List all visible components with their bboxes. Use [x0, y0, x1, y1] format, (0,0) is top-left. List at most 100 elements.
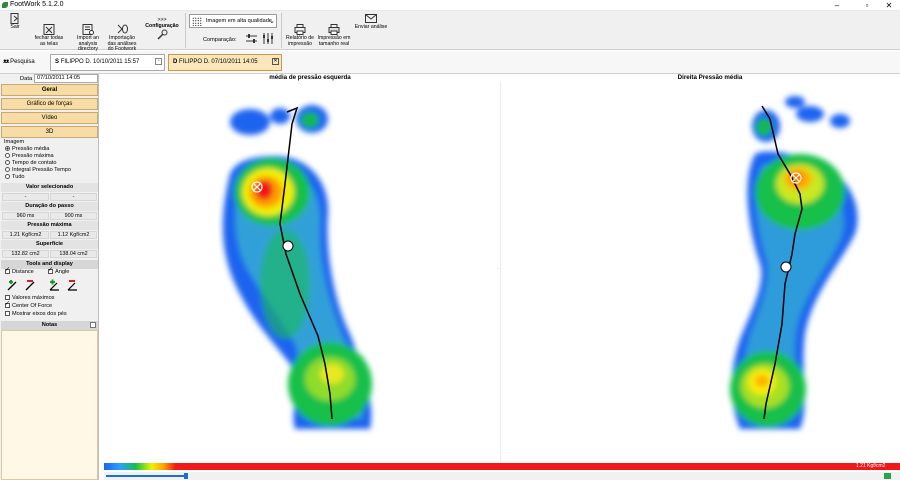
import-footwork-icon	[116, 19, 128, 34]
radio-tempo-contato[interactable]: Tempo de contato	[5, 160, 56, 167]
compare-sliders-icon[interactable]	[245, 32, 258, 47]
valor-left: -	[2, 193, 49, 201]
enviar-analise-button[interactable]: Enviar análise	[354, 13, 388, 31]
pressao-maxima-header: Pressão máxima	[1, 221, 98, 230]
printer-icon	[294, 19, 306, 36]
printer-large-icon	[328, 19, 340, 36]
radio-label: Pressão máxima	[12, 153, 54, 159]
right-cop-marker-icon	[780, 261, 792, 273]
relatorio-label: Relatório de impressão	[286, 35, 314, 47]
playback-seekbar[interactable]	[104, 472, 900, 480]
data-value-field[interactable]: 07/10/2011 14:05	[34, 74, 98, 83]
valor-selecionado-header: Valor selecionado	[1, 183, 98, 192]
exit-icon	[9, 13, 21, 24]
checkbox-icon	[5, 311, 10, 316]
tab-close-icon[interactable]: ▫	[155, 58, 162, 65]
sair-button[interactable]: Sair	[4, 13, 26, 31]
center-of-force-checkbox[interactable]: Center Of Force	[5, 301, 53, 310]
tab-session-2[interactable]: D FILIPPO D. 07/10/2011 14:05 ✕	[168, 54, 282, 71]
ribbon-separator	[185, 13, 186, 48]
enviar-label: Enviar análise	[354, 24, 388, 30]
video-button[interactable]: Vídeo	[1, 112, 98, 124]
pressure-view: média de pressão esquerda Direita Pressã…	[100, 74, 900, 462]
app-logo-icon	[2, 2, 8, 8]
radio-label: Tudo	[12, 174, 25, 180]
impressao-tamanho-real-button[interactable]: Impressão em tamanho real	[316, 13, 352, 47]
duracao-header: Duração do passo	[1, 202, 98, 211]
tab-pesquisa[interactable]: ᴥᴥ Pesquisa	[3, 55, 35, 70]
radio-integral[interactable]: Integral Pressão Tempo	[5, 167, 71, 174]
notas-expand-icon[interactable]	[90, 322, 96, 328]
distance-checkbox[interactable]: Distance	[5, 267, 34, 276]
add-angle-icon[interactable]	[48, 279, 61, 293]
minimize-button[interactable]: –	[826, 0, 848, 11]
imagem-label: Imagem	[4, 139, 25, 145]
remove-angle-icon[interactable]	[66, 279, 79, 293]
geral-button[interactable]: Geral	[1, 84, 98, 96]
radio-icon	[5, 167, 10, 172]
checkbox-icon	[5, 301, 10, 308]
seekbar-thumb[interactable]	[184, 473, 188, 479]
close-button[interactable]: ✕	[878, 0, 900, 11]
superficie-left: 132.82 cm2	[2, 250, 49, 258]
tab-session-2-label: FILIPPO D. 07/10/2011 14:05	[179, 59, 258, 65]
status-indicator	[884, 473, 891, 479]
seekbar-progress	[106, 475, 186, 477]
remove-distance-icon[interactable]	[24, 279, 37, 293]
importacao-footwork-button[interactable]: Importação das análises do Footwork	[106, 13, 138, 53]
foot-sd-icon: S	[55, 59, 60, 65]
fechar-todas-button[interactable]: fechar todas as telas	[30, 13, 68, 47]
radio-icon	[5, 153, 10, 158]
radio-icon	[5, 146, 10, 151]
duracao-left: 960 ms	[2, 212, 49, 220]
close-all-icon	[43, 19, 55, 36]
checkbox-icon	[5, 295, 10, 300]
left-cop-marker-icon	[282, 240, 294, 252]
add-distance-icon[interactable]	[6, 279, 19, 293]
radio-pressao-maxima[interactable]: Pressão máxima	[5, 153, 54, 160]
distance-label: Distance	[12, 269, 34, 275]
relatorio-impressao-button[interactable]: Relatório de impressão	[284, 13, 316, 47]
pressao-right: 1.12 Kgf/cm2	[50, 231, 97, 239]
valores-maximos-checkbox[interactable]: Valores máximos	[5, 295, 54, 302]
ribbon-separator	[281, 13, 282, 48]
radio-tudo[interactable]: Tudo	[5, 174, 25, 181]
title-bar: FootWork 5.1.2.0 – ▫ ✕	[0, 0, 900, 11]
envelope-icon	[365, 13, 377, 24]
import-label: Import an analysis directory	[77, 35, 99, 53]
session-tabs-bar: ᴥᴥ Pesquisa S FILIPPO D. 10/10/2011 15:5…	[0, 51, 900, 74]
angle-checkbox[interactable]: Angle	[48, 267, 69, 276]
window-title: FootWork 5.1.2.0	[10, 1, 64, 8]
grid-icon	[192, 17, 202, 26]
sair-label: Sair	[10, 24, 20, 30]
maximize-button[interactable]: ▫	[856, 0, 878, 11]
configuracao-button[interactable]: >>> Configuração	[142, 13, 182, 41]
quality-select[interactable]: Imagem em alta qualidade ⌄	[189, 14, 277, 28]
importacao-label: Importação das análises do Footwork	[107, 35, 137, 53]
tab-session-1[interactable]: S FILIPPO D. 10/10/2011 15:57 ▫	[50, 54, 165, 71]
radio-label: Tempo de contato	[12, 160, 57, 166]
radio-label: Integral Pressão Tempo	[12, 167, 71, 173]
3d-button[interactable]: 3D	[1, 126, 98, 138]
import-directory-button[interactable]: Import an analysis directory	[72, 13, 104, 53]
tab-session-1-label: FILIPPO D. 10/10/2011 15:57	[60, 59, 140, 65]
fechar-label: fechar todas as telas	[34, 35, 64, 47]
left-foot-heatmap	[222, 105, 372, 429]
feet-search-icon: ᴥᴥ	[3, 59, 9, 65]
divider-dot: ·	[497, 266, 499, 272]
valores-label: Valores máximos	[12, 295, 55, 301]
grafico-forcas-button[interactable]: Gráfico de forças	[1, 98, 98, 110]
notas-header: Notas	[1, 321, 98, 330]
compare-columns-icon[interactable]	[261, 32, 274, 47]
radio-pressao-media[interactable]: Pressão média	[5, 146, 49, 153]
data-label: Data	[20, 76, 33, 82]
cof-label: Center Of Force	[12, 303, 53, 309]
mostrar-eixos-checkbox[interactable]: Mostrar eixos dos pés	[5, 311, 67, 318]
left-panel: Data 07/10/2011 14:05 Geral Gráfico de f…	[0, 74, 99, 480]
ribbon-toolbar: Sair fechar todas as telas Import an ana…	[0, 11, 900, 53]
scale-max-label: 1.21 Kgf/cm2	[856, 463, 886, 469]
chevron-down-icon: ⌄	[269, 18, 275, 25]
superficie-header: Superfície	[1, 240, 98, 249]
tab-close-icon[interactable]: ✕	[272, 58, 279, 65]
notas-textarea[interactable]	[1, 330, 98, 480]
